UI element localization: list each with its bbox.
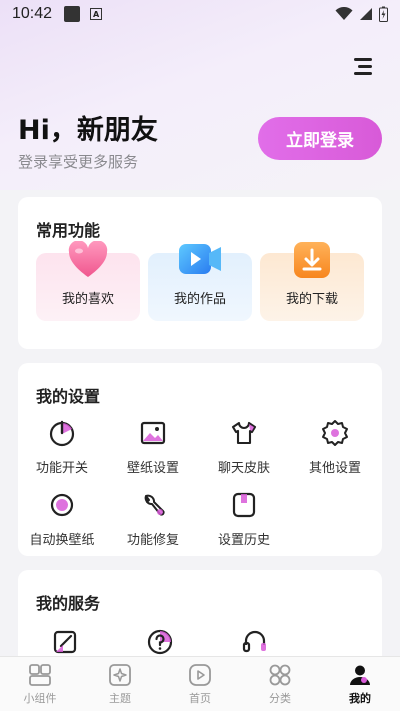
person-icon — [350, 665, 370, 685]
help-icon — [147, 629, 173, 655]
settings-item-history[interactable]: 设置历史 — [199, 491, 289, 548]
status-bar: 10:42 A — [0, 0, 400, 28]
settings-item-label: 自动换壁纸 — [29, 533, 95, 548]
widgets-icon — [29, 664, 51, 686]
image-icon — [140, 421, 166, 445]
refresh-icon — [50, 493, 74, 517]
settings-item-label: 功能开关 — [35, 461, 88, 476]
download-icon — [294, 242, 330, 278]
service-item-support[interactable] — [210, 628, 300, 656]
service-item-help[interactable] — [115, 628, 205, 656]
settings-item-label: 聊天皮肤 — [217, 461, 270, 476]
tab-label: 我的 — [349, 692, 371, 705]
tile-my-downloads[interactable]: 我的下载 — [260, 242, 364, 321]
settings-item-auto-wallpaper[interactable]: 自动换壁纸 — [17, 491, 107, 548]
tile-label: 我的喜欢 — [61, 292, 114, 307]
common-functions-card: 常用功能 我的喜欢 我的作品 我的下载 — [18, 197, 382, 349]
gear-icon — [322, 420, 348, 446]
theme-icon — [109, 664, 131, 686]
a-badge-icon: A — [90, 8, 103, 20]
bottom-tab-bar: 小组件 主题 首页 分类 我的 — [0, 656, 400, 711]
video-icon — [179, 244, 221, 274]
greeting-title: Hi，新朋友 — [18, 115, 158, 146]
menu-line-icon — [354, 72, 372, 75]
tile-my-works[interactable]: 我的作品 — [148, 244, 252, 321]
tab-theme[interactable]: 主题 — [80, 657, 160, 711]
edit-icon — [53, 630, 77, 654]
tab-mine[interactable]: 我的 — [320, 657, 400, 711]
heart-icon — [68, 241, 108, 277]
category-icon — [269, 664, 291, 686]
tab-home[interactable]: 首页 — [160, 657, 240, 711]
headset-icon — [242, 630, 266, 653]
settings-item-repair[interactable]: 功能修复 — [108, 491, 198, 548]
wifi-icon — [335, 7, 353, 20]
shirt-icon — [231, 421, 257, 445]
tile-label: 我的下载 — [285, 292, 338, 307]
menu-line-icon — [354, 58, 372, 61]
settings-item-wallpaper[interactable]: 壁纸设置 — [108, 419, 198, 476]
tab-label: 主题 — [109, 692, 131, 705]
menu-button[interactable] — [350, 56, 376, 78]
wrench-icon — [144, 494, 165, 516]
my-settings-title: 我的设置 — [36, 387, 101, 406]
my-settings-card: 我的设置 功能开关 壁纸设置 聊天皮肤 其他设置 自动换壁纸 功能修复 设置历史 — [18, 363, 382, 556]
tab-label: 首页 — [189, 692, 211, 705]
tab-widgets[interactable]: 小组件 — [0, 657, 80, 711]
status-time: 10:42 — [12, 5, 53, 22]
battery-icon — [379, 6, 388, 22]
play-icon — [189, 664, 211, 686]
settings-item-label: 设置历史 — [217, 533, 270, 548]
notification-icon — [64, 6, 81, 22]
menu-line-icon — [358, 65, 372, 68]
tab-label: 分类 — [269, 692, 291, 705]
common-functions-title: 常用功能 — [36, 221, 101, 240]
service-item-feedback[interactable] — [20, 628, 110, 656]
my-services-card: 我的服务 — [18, 570, 382, 670]
tile-my-likes[interactable]: 我的喜欢 — [36, 241, 140, 321]
signal-icon — [360, 8, 372, 20]
tab-label: 小组件 — [23, 692, 57, 705]
login-button[interactable]: 立即登录 — [258, 117, 382, 160]
tab-category[interactable]: 分类 — [240, 657, 320, 711]
settings-item-label: 壁纸设置 — [126, 461, 179, 476]
power-icon — [49, 420, 75, 447]
settings-item-chat-skin[interactable]: 聊天皮肤 — [199, 419, 289, 476]
settings-item-other[interactable]: 其他设置 — [290, 419, 380, 476]
settings-item-label: 功能修复 — [126, 533, 179, 548]
history-icon — [232, 492, 256, 518]
settings-item-feature-switch[interactable]: 功能开关 — [17, 419, 107, 476]
greeting-subtitle: 登录享受更多服务 — [18, 153, 139, 171]
tile-label: 我的作品 — [173, 292, 226, 307]
my-services-title: 我的服务 — [36, 594, 101, 613]
settings-item-label: 其他设置 — [308, 461, 361, 476]
